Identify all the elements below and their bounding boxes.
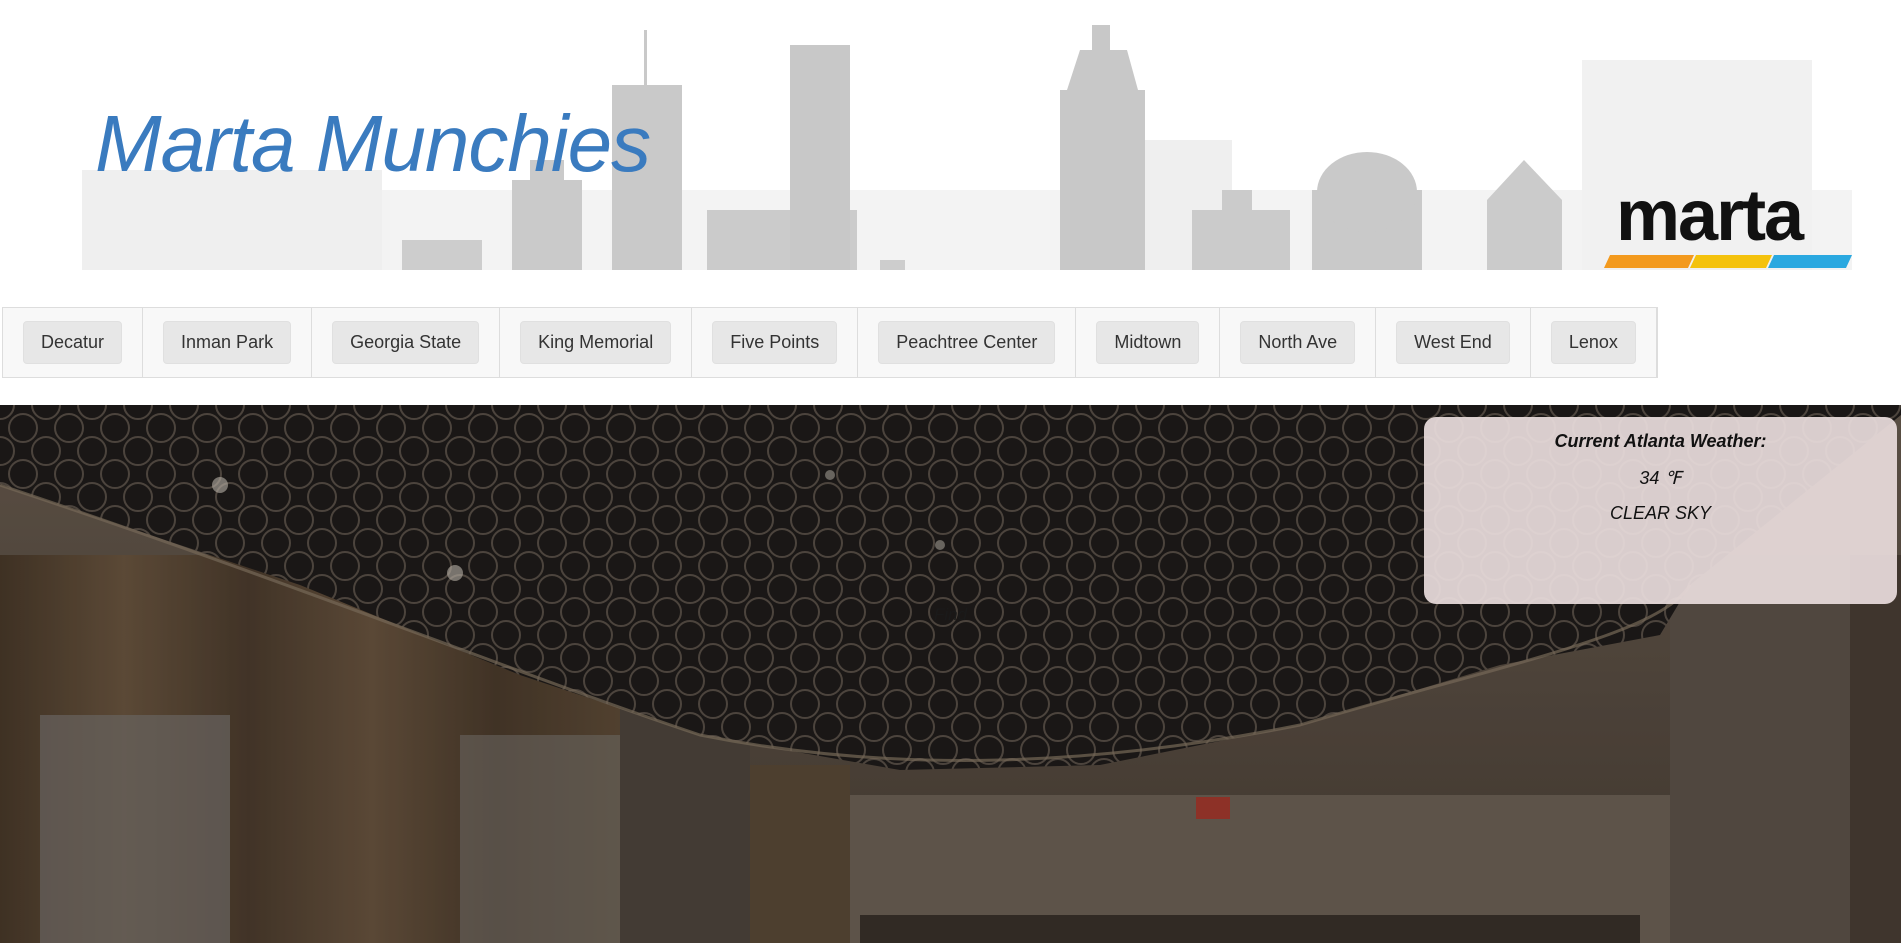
hero-section: Find Current Atlanta Weather: 34 ℉ CLEAR… [0,405,1901,943]
station-item-georgia-state: Georgia State [312,308,501,377]
marta-logo-text: marta [1616,176,1804,256]
weather-condition: CLEAR SKY [1609,503,1712,523]
weather-title: Current Atlanta Weather: [1554,431,1767,451]
station-button-inman-park[interactable]: Inman Park [163,321,292,364]
station-button-king-memorial[interactable]: King Memorial [520,321,672,364]
station-item-north-ave: North Ave [1220,308,1377,377]
station-item-five-points: Five Points [692,308,859,377]
station-button-georgia-state[interactable]: Georgia State [332,321,480,364]
site-header: Marta Munchies marta [0,0,1901,306]
station-item-lenox: Lenox [1531,308,1657,377]
station-item-peachtree-center: Peachtree Center [858,308,1077,377]
weather-widget: Current Atlanta Weather: 34 ℉ CLEAR SKY [1424,417,1897,604]
station-nav: Decatur Inman Park Georgia State King Me… [2,307,1658,378]
station-button-decatur[interactable]: Decatur [23,321,123,364]
weather-temperature: 34 ℉ [1639,468,1682,488]
station-button-north-ave[interactable]: North Ave [1240,321,1356,364]
station-item-midtown: Midtown [1076,308,1221,377]
station-item-west-end: West End [1376,308,1531,377]
marta-logo-stripes [1604,255,1852,268]
station-button-peachtree-center[interactable]: Peachtree Center [878,321,1056,364]
station-item-king-memorial: King Memorial [500,308,693,377]
station-item-decatur: Decatur [3,308,144,377]
site-title: Marta Munchies [95,99,651,188]
find-link[interactable]: Find [934,605,967,625]
station-button-midtown[interactable]: Midtown [1096,321,1200,364]
station-button-lenox[interactable]: Lenox [1550,321,1636,364]
station-item-inman-park: Inman Park [143,308,313,377]
station-button-west-end[interactable]: West End [1396,321,1510,364]
marta-logo[interactable]: marta [1604,180,1852,270]
station-button-five-points[interactable]: Five Points [712,321,838,364]
